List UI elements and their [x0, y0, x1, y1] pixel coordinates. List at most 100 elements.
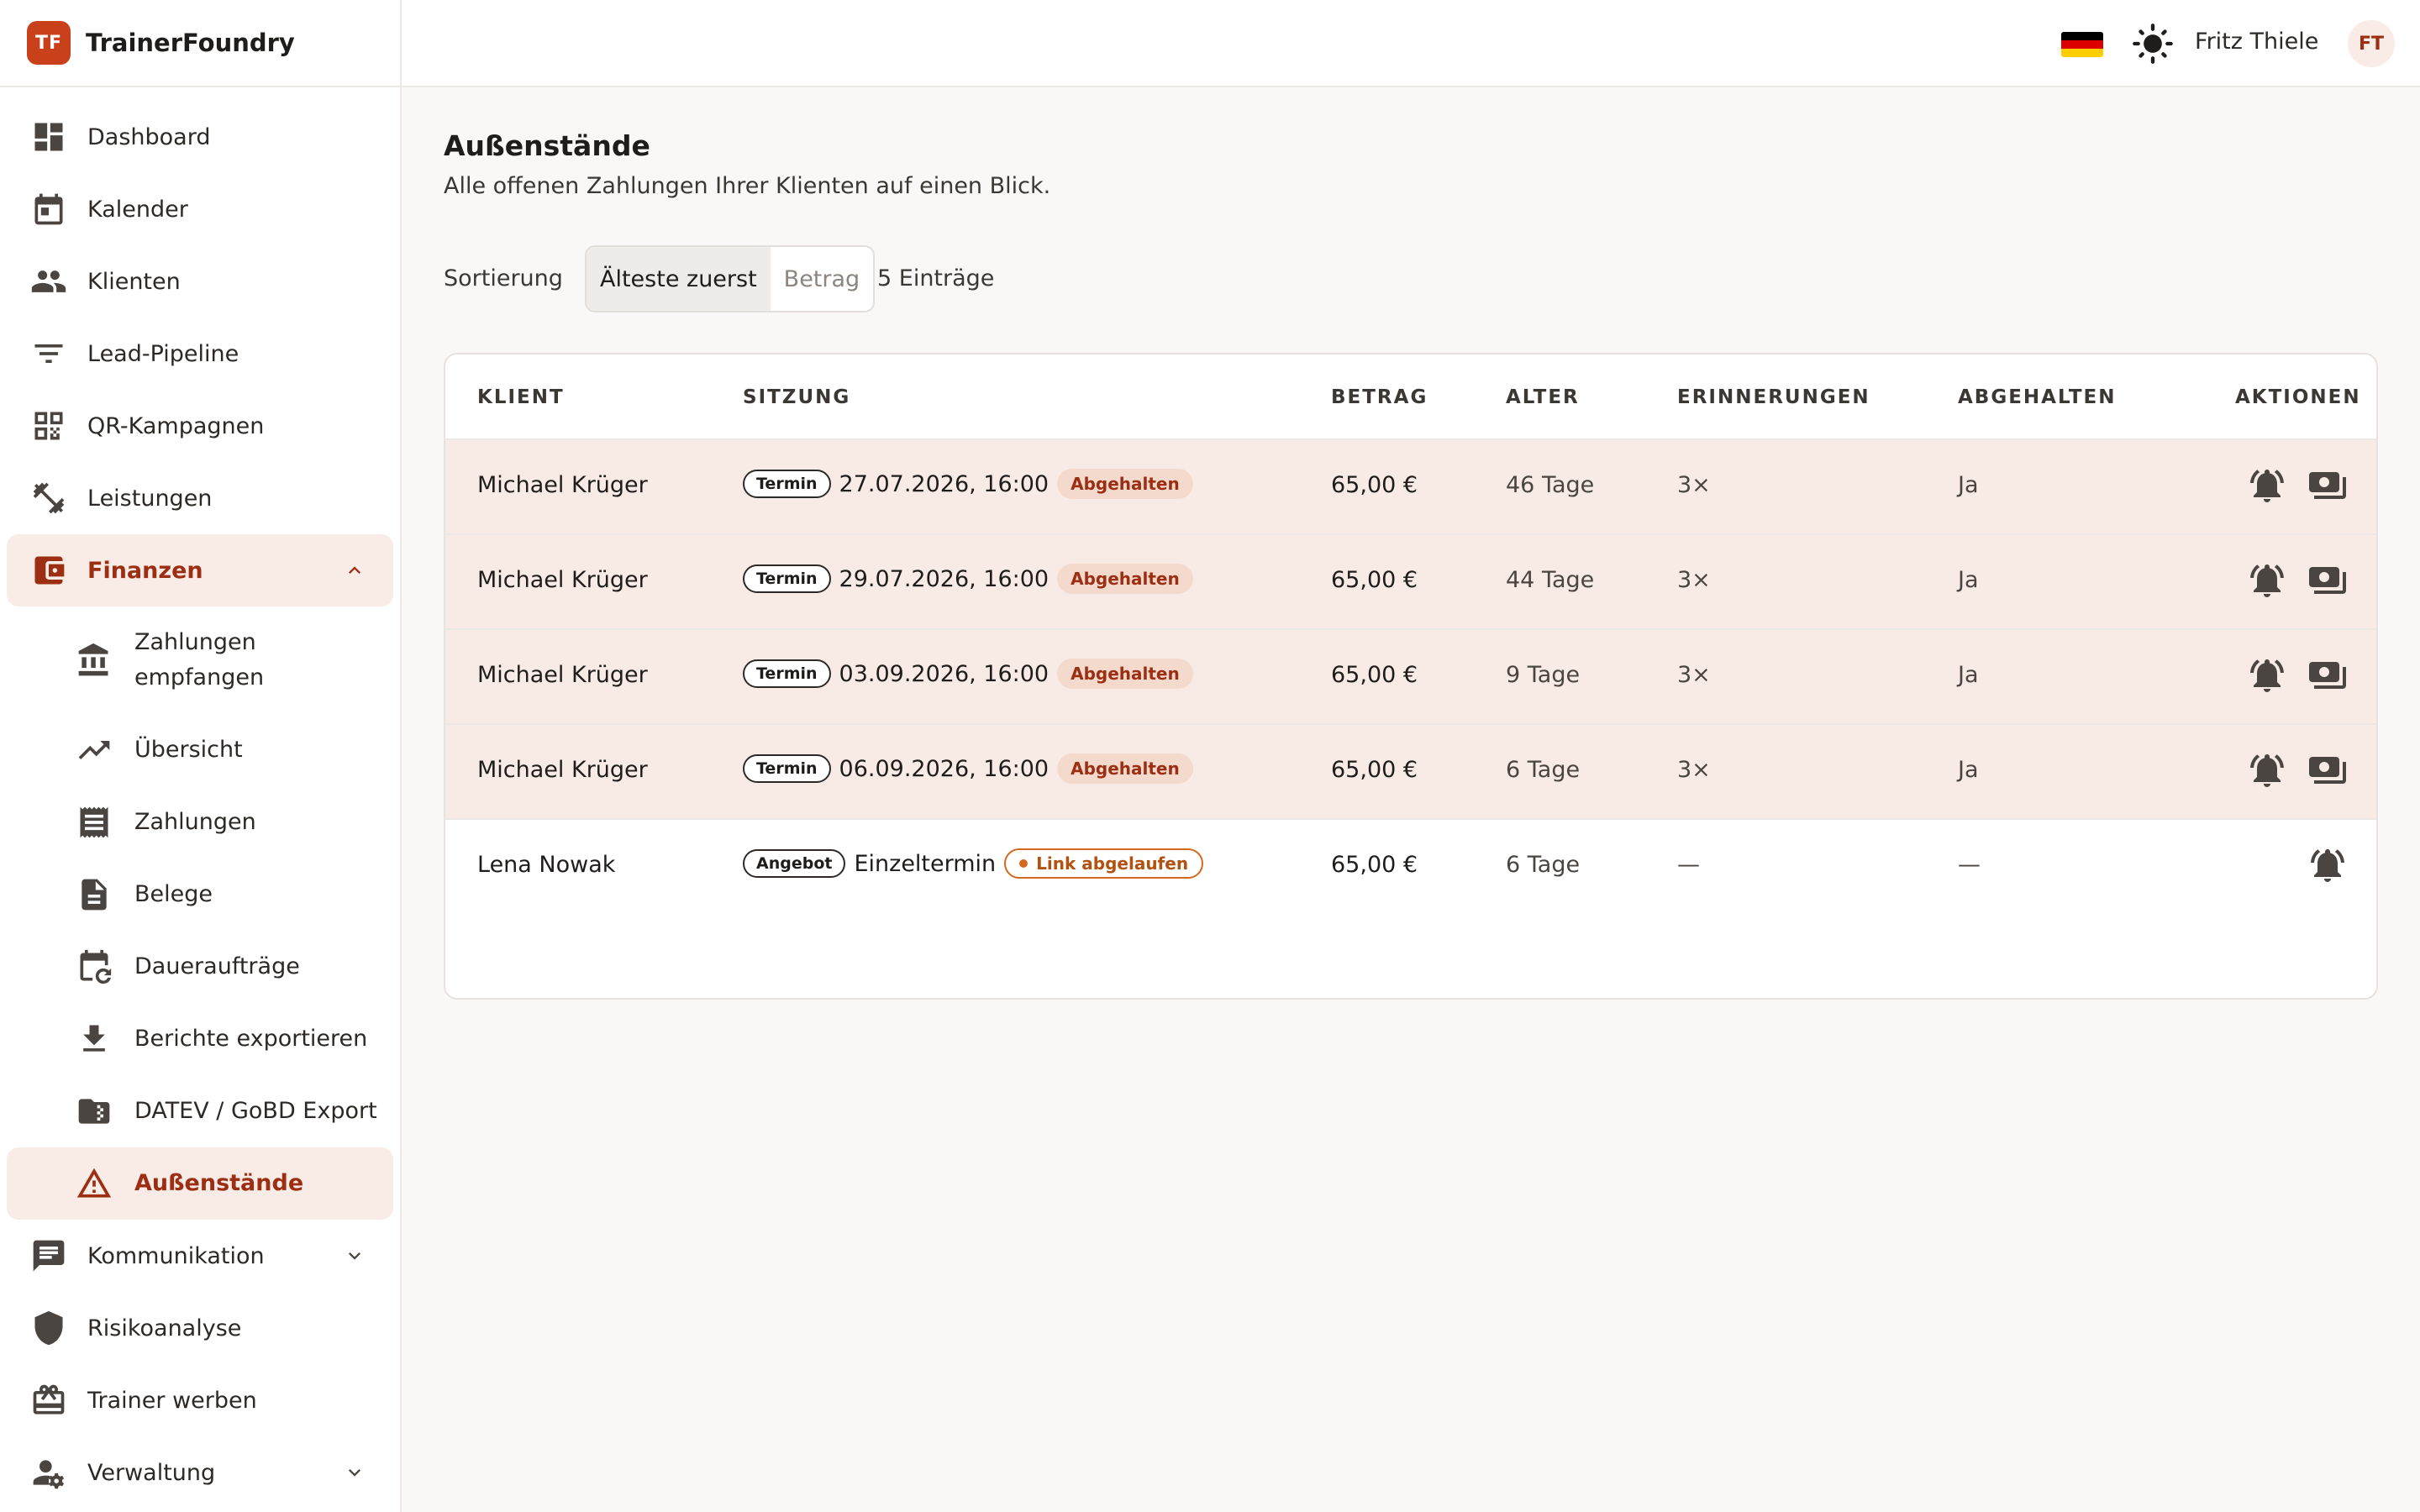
sidebar-item-lead-pipeline[interactable]: Lead-Pipeline: [0, 318, 400, 390]
sidebar-subitem-outstanding[interactable]: Außenstände: [7, 1147, 393, 1220]
send-reminder-bell-icon[interactable]: [2247, 465, 2287, 506]
sidebar-subitem-receipts[interactable]: Belege: [0, 858, 400, 931]
reminder-count: 3×: [1677, 662, 1711, 688]
table-row[interactable]: Michael Krüger Termin 27.07.2026, 16:00 …: [445, 440, 2376, 535]
main-content: Außenstände Alle offenen Zahlungen Ihrer…: [402, 87, 2420, 1512]
avatar[interactable]: FT: [2348, 20, 2395, 67]
session-datetime: 29.07.2026, 16:00: [839, 565, 1050, 592]
amount: 65,00 €: [1331, 472, 1418, 498]
sidebar-subitem-datev-export[interactable]: DATEV / GoBD Export: [0, 1075, 400, 1147]
sidebar-item-label: Trainer werben: [87, 1387, 257, 1414]
reminder-count: 3×: [1677, 757, 1711, 783]
sort-oldest-first-button[interactable]: Älteste zuerst: [587, 247, 771, 311]
sidebar-item-services[interactable]: Leistungen: [0, 462, 400, 534]
status-dot: [1019, 859, 1028, 868]
page-subtitle: Alle offenen Zahlungen Ihrer Klienten au…: [444, 173, 1051, 199]
record-payment-cash-icon[interactable]: [2307, 560, 2348, 601]
session-name: Einzeltermin: [854, 850, 997, 877]
user-name[interactable]: Fritz Thiele: [2195, 29, 2318, 55]
sidebar-item-label: Daueraufträge: [134, 953, 300, 979]
session-type-badge: Angebot: [743, 849, 846, 878]
reminder-count: —: [1677, 852, 1700, 878]
page-title: Außenstände: [444, 129, 650, 162]
brand-logo: TF: [27, 21, 71, 65]
session-cell: Termin 03.09.2026, 16:00 Abgehalten: [743, 659, 1193, 689]
sidebar-item-label: Leistungen: [87, 485, 213, 512]
sidebar-item-clients[interactable]: Klienten: [0, 245, 400, 318]
client-name: Michael Krüger: [477, 567, 648, 593]
column-header-held[interactable]: ABGEHALTEN: [1958, 386, 2116, 408]
table-row[interactable]: Lena Nowak Angebot Einzeltermin Link abg…: [445, 820, 2376, 915]
client-name: Michael Krüger: [477, 757, 648, 783]
chevron-down-icon: [343, 1461, 366, 1484]
app: TF TrainerFoundry Dashboard Kalender Kli…: [0, 0, 2420, 1512]
sidebar-subitem-payments-received[interactable]: Zahlungen empfangen: [0, 606, 400, 714]
amount: 65,00 €: [1331, 757, 1418, 783]
sidebar-item-label: Risikoanalyse: [87, 1315, 242, 1341]
status-badge: Abgehalten: [1057, 753, 1193, 784]
send-reminder-bell-icon[interactable]: [2247, 560, 2287, 601]
flag-stripe: [2061, 32, 2103, 40]
user-settings-icon: [30, 1454, 67, 1491]
sidebar-item-qr-campaigns[interactable]: QR-Kampagnen: [0, 390, 400, 462]
held-status: Ja: [1958, 662, 1979, 688]
held-status: —: [1958, 852, 1981, 878]
table-row[interactable]: Michael Krüger Termin 06.09.2026, 16:00 …: [445, 725, 2376, 820]
status-badge: Abgehalten: [1057, 659, 1193, 689]
sidebar-item-calendar[interactable]: Kalender: [0, 173, 400, 245]
column-header-reminders[interactable]: ERINNERUNGEN: [1677, 386, 1870, 408]
client-name: Michael Krüger: [477, 662, 648, 688]
session-cell: Termin 06.09.2026, 16:00 Abgehalten: [743, 753, 1193, 784]
record-payment-cash-icon[interactable]: [2307, 750, 2348, 790]
session-cell: Termin 27.07.2026, 16:00 Abgehalten: [743, 469, 1193, 499]
sidebar-item-administration[interactable]: Verwaltung: [0, 1436, 400, 1509]
send-reminder-bell-icon[interactable]: [2247, 750, 2287, 790]
sidebar-item-label: Außenstände: [134, 1170, 304, 1196]
record-payment-cash-icon[interactable]: [2307, 655, 2348, 696]
brand-name: TrainerFoundry: [86, 29, 295, 57]
language-flag-de[interactable]: [2061, 32, 2103, 57]
warning-icon: [76, 1165, 113, 1202]
table-row[interactable]: Michael Krüger Termin 29.07.2026, 16:00 …: [445, 535, 2376, 630]
sidebar-item-finance[interactable]: Finanzen: [7, 534, 393, 606]
table-row[interactable]: Michael Krüger Termin 03.09.2026, 16:00 …: [445, 630, 2376, 725]
amount: 65,00 €: [1331, 662, 1418, 688]
shield-icon: [30, 1310, 67, 1347]
sidebar-subitem-export-reports[interactable]: Berichte exportieren: [0, 1003, 400, 1075]
sidebar-item-label: Zahlungen: [134, 809, 256, 835]
sidebar-item-label: Dashboard: [87, 123, 211, 150]
dumbbell-icon: [30, 480, 67, 517]
column-header-client[interactable]: KLIENT: [477, 386, 565, 408]
sidebar-subitem-payments[interactable]: Zahlungen: [0, 786, 400, 858]
sidebar-subitem-standing-orders[interactable]: Daueraufträge: [0, 931, 400, 1003]
sidebar-item-refer-trainer[interactable]: Trainer werben: [0, 1364, 400, 1436]
send-reminder-bell-icon[interactable]: [2247, 655, 2287, 696]
top-header: Fritz Thiele FT: [402, 0, 2420, 87]
sidebar-item-risk-analysis[interactable]: Risikoanalyse: [0, 1292, 400, 1364]
entry-count: 5 Einträge: [877, 265, 995, 291]
sidebar-item-dashboard[interactable]: Dashboard: [0, 101, 400, 173]
status-badge: Abgehalten: [1057, 469, 1193, 499]
brand[interactable]: TF TrainerFoundry: [0, 0, 400, 87]
column-header-amount[interactable]: BETRAG: [1331, 386, 1428, 408]
column-header-actions: AKTIONEN: [2235, 386, 2361, 408]
sidebar-item-communication[interactable]: Kommunikation: [0, 1220, 400, 1292]
record-payment-cash-icon[interactable]: [2307, 465, 2348, 506]
send-reminder-bell-icon[interactable]: [2307, 845, 2348, 885]
column-header-age[interactable]: ALTER: [1506, 386, 1580, 408]
session-cell: Termin 29.07.2026, 16:00 Abgehalten: [743, 564, 1193, 594]
gift-card-icon: [30, 1382, 67, 1419]
sort-amount-button[interactable]: Betrag: [771, 247, 874, 311]
age: 6 Tage: [1506, 852, 1581, 878]
sidebar-subitem-overview[interactable]: Übersicht: [0, 714, 400, 786]
outstanding-table: KLIENT SITZUNG BETRAG ALTER ERINNERUNGEN…: [444, 353, 2378, 1000]
table-header: KLIENT SITZUNG BETRAG ALTER ERINNERUNGEN…: [445, 354, 2376, 440]
sun-icon[interactable]: [2131, 22, 2175, 66]
sidebar-item-label: Zahlungen empfangen: [134, 625, 302, 696]
chevron-up-icon: [343, 559, 366, 582]
session-datetime: 03.09.2026, 16:00: [839, 660, 1050, 687]
column-header-session[interactable]: SITZUNG: [743, 386, 850, 408]
sidebar-item-label: Berichte exportieren: [134, 1026, 368, 1052]
sidebar-item-label: QR-Kampagnen: [87, 412, 265, 439]
sidebar-item-label: Klienten: [87, 268, 181, 295]
